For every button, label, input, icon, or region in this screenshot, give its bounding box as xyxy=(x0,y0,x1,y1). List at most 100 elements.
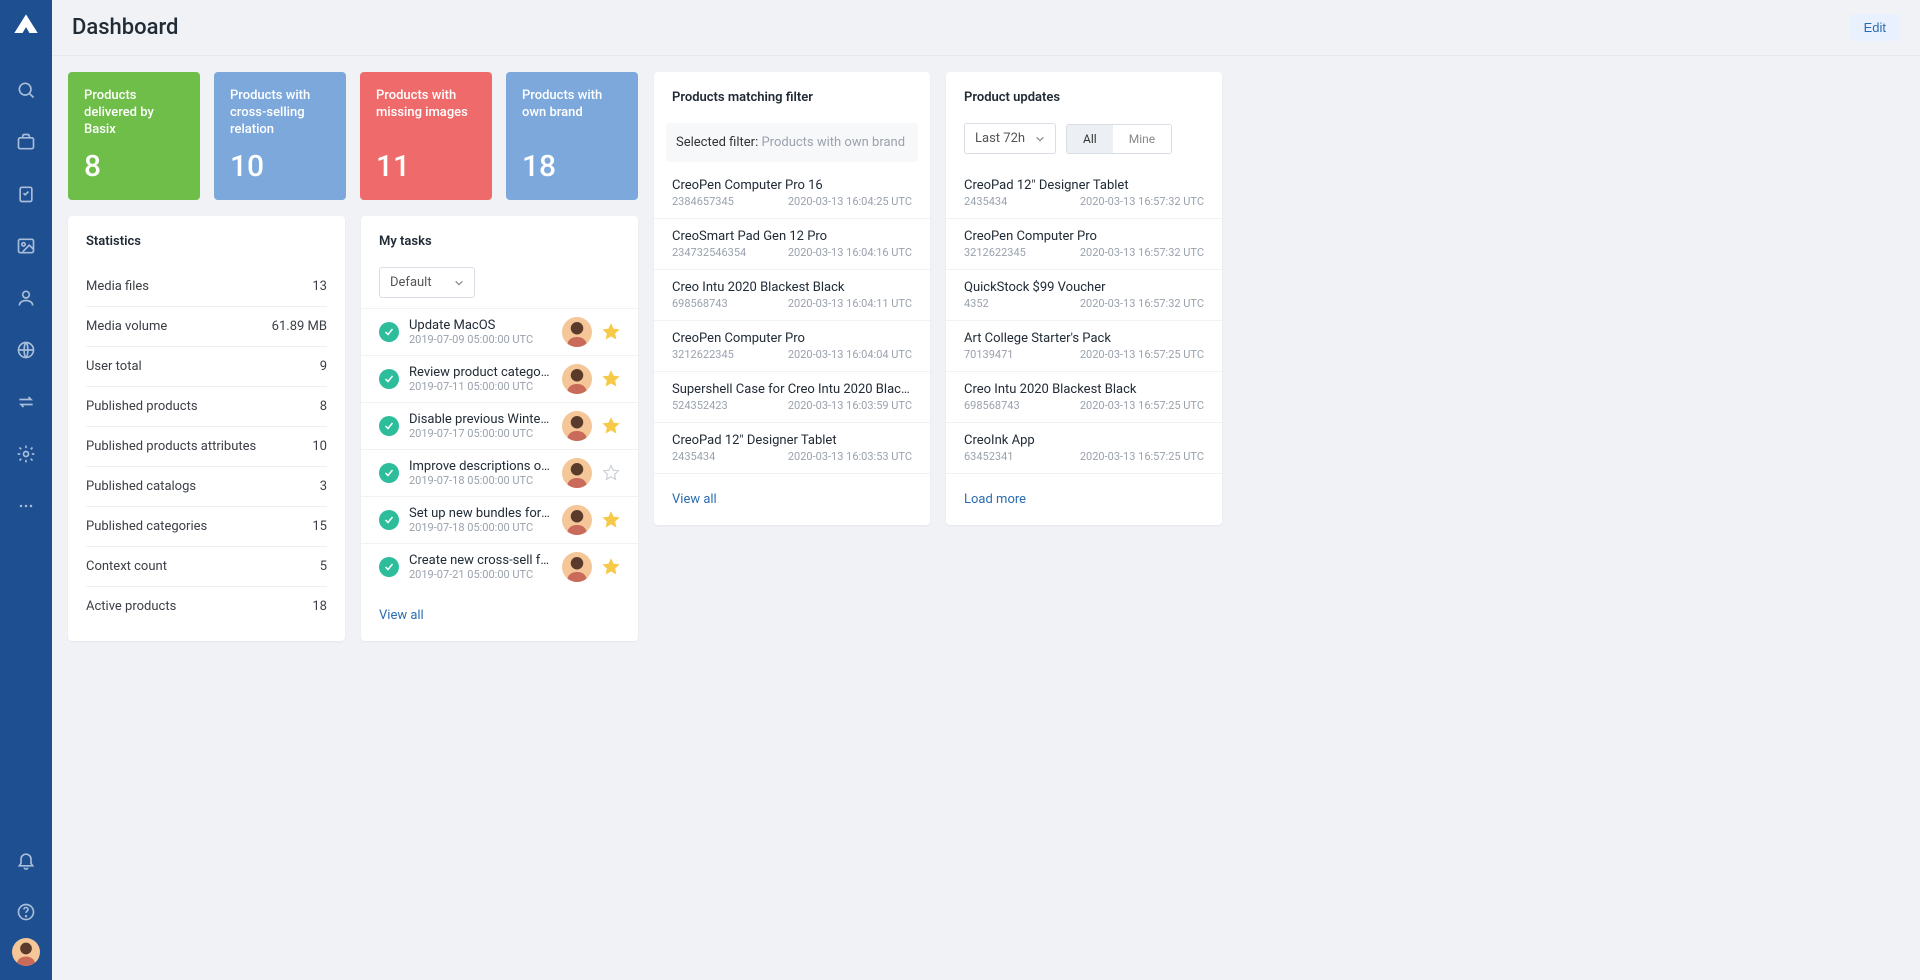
product-row[interactable]: CreoSmart Pad Gen 12 Pro2347325463542020… xyxy=(654,219,930,270)
gear-icon[interactable] xyxy=(0,428,52,480)
star-icon[interactable] xyxy=(602,558,620,576)
product-update-row[interactable]: CreoPad 12" Designer Tablet 2435434 2020-0… xyxy=(946,168,1222,219)
panel-title: Statistics xyxy=(68,216,345,267)
stat-value: 5 xyxy=(320,559,327,574)
user-avatar[interactable] xyxy=(12,938,40,966)
star-icon[interactable] xyxy=(602,417,620,435)
star-icon[interactable] xyxy=(602,464,620,482)
product-update-row[interactable]: Art College Starter's Pack701394712020-0… xyxy=(946,321,1222,372)
image-icon[interactable] xyxy=(0,220,52,272)
stat-card-label: Products with missing images xyxy=(376,88,476,122)
load-more-link[interactable]: Load more xyxy=(946,474,1222,525)
task-assignee-avatar xyxy=(562,364,592,394)
product-name: Creo Intu 2020 Blackest Black xyxy=(964,382,1204,397)
bell-icon[interactable] xyxy=(0,834,52,886)
statistics-row: Media files13 xyxy=(86,267,327,307)
app-logo-icon xyxy=(12,12,40,40)
product-row[interactable]: CreoPen Computer Pro 1623846573452020-03… xyxy=(654,168,930,219)
globe-icon[interactable] xyxy=(0,324,52,376)
stat-card[interactable]: Products with cross-selling relation10 xyxy=(214,72,346,200)
product-sku: 4352 xyxy=(964,297,989,310)
statistics-row: Published catalogs3 xyxy=(86,467,327,507)
user-icon[interactable] xyxy=(0,272,52,324)
help-icon[interactable] xyxy=(0,886,52,938)
task-item[interactable]: Create new cross-sell for Aug...2019-07-… xyxy=(361,543,638,590)
product-sku: 2384657345 xyxy=(672,195,734,208)
toggle-all[interactable]: All xyxy=(1067,125,1113,153)
task-date: 2019-07-21 05:00:00 UTC xyxy=(409,568,552,581)
star-icon[interactable] xyxy=(602,370,620,388)
stat-value: 15 xyxy=(312,519,327,534)
product-row[interactable]: CreoPad 12" Designer Tablet24354342020-0… xyxy=(654,423,930,474)
sidebar xyxy=(0,0,52,980)
stat-value: 10 xyxy=(312,439,327,454)
panel-title: Products matching filter xyxy=(654,72,930,123)
task-item[interactable]: Review product category featu...2019-07-… xyxy=(361,355,638,402)
stat-card[interactable]: Products delivered by Basix 8 xyxy=(68,72,200,200)
star-icon[interactable] xyxy=(602,511,620,529)
product-timestamp: 2020-03-13 16:57:32 UTC xyxy=(1080,297,1204,310)
product-update-row[interactable]: CreoPen Computer Pro32126223452020-03-13… xyxy=(946,219,1222,270)
product-sku: 524352423 xyxy=(672,399,728,412)
content: Products delivered by Basix 8 Products wit… xyxy=(52,56,1920,657)
check-circle-icon xyxy=(379,463,399,483)
product-update-row[interactable]: QuickStock $99 Voucher43522020-03-13 16:… xyxy=(946,270,1222,321)
star-icon[interactable] xyxy=(602,323,620,341)
task-date: 2019-07-18 05:00:00 UTC xyxy=(409,521,552,534)
task-assignee-avatar xyxy=(562,552,592,582)
search-icon[interactable] xyxy=(0,64,52,116)
product-timestamp: 2020-03-13 16:03:53 UTC xyxy=(788,450,912,463)
briefcase-icon[interactable] xyxy=(0,116,52,168)
product-timestamp: 2020-03-13 16:04:25 UTC xyxy=(788,195,912,208)
transfer-icon[interactable] xyxy=(0,376,52,428)
stat-card[interactable]: Products with missing images 11 xyxy=(360,72,492,200)
product-name: CreoPad 12" Designer Tablet xyxy=(964,178,1204,193)
filter-view-all-link[interactable]: View all xyxy=(654,474,930,525)
product-row[interactable]: CreoPen Computer Pro32126223452020-03-13… xyxy=(654,321,930,372)
tasks-view-all-link[interactable]: View all xyxy=(361,590,638,641)
stat-label: Published products xyxy=(86,399,198,414)
check-circle-icon xyxy=(379,416,399,436)
task-date: 2019-07-18 05:00:00 UTC xyxy=(409,474,552,487)
product-timestamp: 2020-03-13 16:57:25 UTC xyxy=(1080,399,1204,412)
stat-label: Context count xyxy=(86,559,167,574)
task-item[interactable]: Set up new bundles for Augus...2019-07-1… xyxy=(361,496,638,543)
stat-card[interactable]: Products with own brand18 xyxy=(506,72,638,200)
check-circle-icon xyxy=(379,369,399,389)
task-item[interactable]: Improve descriptions on All-m...2019-07-… xyxy=(361,449,638,496)
toggle-mine[interactable]: Mine xyxy=(1113,125,1171,153)
tasks-filter-select[interactable]: Default xyxy=(379,267,475,298)
time-range-select[interactable]: Last 72h xyxy=(964,123,1056,154)
stat-label: Published products attributes xyxy=(86,439,256,454)
stat-card-value: 8 xyxy=(84,149,184,184)
product-sku: 698568743 xyxy=(964,399,1020,412)
select-value: Default xyxy=(390,275,432,290)
chevron-down-icon xyxy=(1035,134,1045,144)
product-sku: 2435434 xyxy=(964,195,1007,208)
product-timestamp: 2020-03-13 16:57:32 UTC xyxy=(1080,195,1204,208)
statistics-row: Active products18 xyxy=(86,587,327,632)
product-name: CreoPad 12" Designer Tablet xyxy=(672,433,912,448)
selected-filter-bar: Selected filter: Products with own brand xyxy=(666,123,918,162)
edit-button[interactable]: Edit xyxy=(1850,14,1900,41)
stat-label: Published catalogs xyxy=(86,479,196,494)
product-update-row[interactable]: Creo Intu 2020 Blackest Black 698568743 20… xyxy=(946,372,1222,423)
stat-card-value: 11 xyxy=(376,149,476,184)
product-update-row[interactable]: CreoInk App634523412020-03-13 16:57:25 U… xyxy=(946,423,1222,474)
product-sku: 698568743 xyxy=(672,297,728,310)
product-row[interactable]: Creo Intu 2020 Blackest Black69856874320… xyxy=(654,270,930,321)
task-item[interactable]: Disable previous Winter Sale c...2019-07… xyxy=(361,402,638,449)
statistics-row: Published categories15 xyxy=(86,507,327,547)
product-sku: 3212622345 xyxy=(672,348,734,361)
product-name: CreoInk App xyxy=(964,433,1204,448)
task-title: Improve descriptions on All-m... xyxy=(409,459,552,474)
product-row[interactable]: Supershell Case for Creo Intu 2020 Black… xyxy=(654,372,930,423)
task-item[interactable]: Update MacOS2019-07-09 05:00:00 UTC xyxy=(361,308,638,355)
product-updates-panel: Product updates Last 72h All Mine CreoPa… xyxy=(946,72,1222,525)
task-assignee-avatar xyxy=(562,458,592,488)
more-icon[interactable] xyxy=(0,480,52,532)
clipboard-icon[interactable] xyxy=(0,168,52,220)
stat-card-label: Products delivered by Basix xyxy=(84,88,184,139)
product-timestamp: 2020-03-13 16:57:32 UTC xyxy=(1080,246,1204,259)
header: Dashboard Edit xyxy=(52,0,1920,56)
